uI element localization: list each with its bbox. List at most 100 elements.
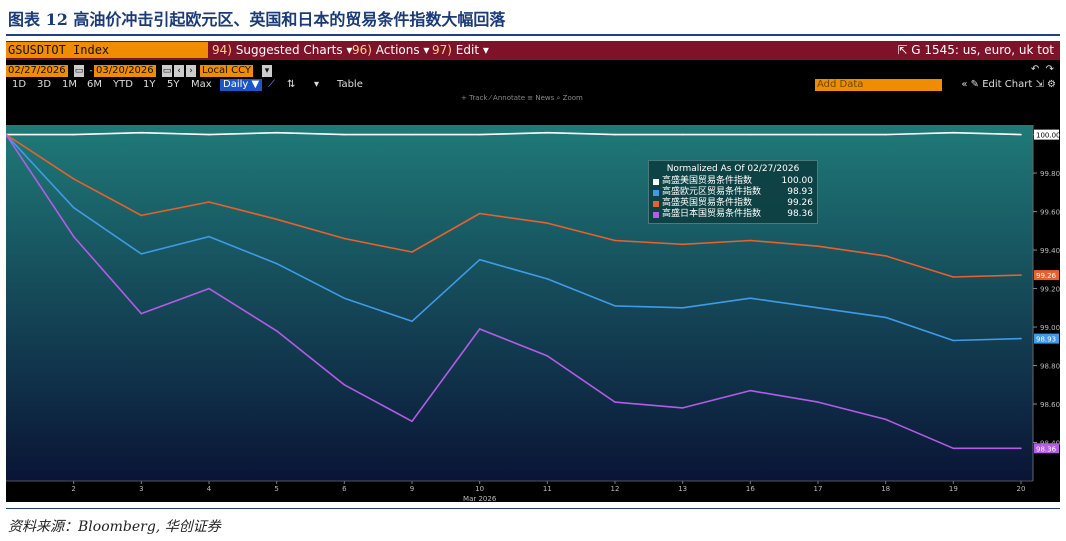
data-point-us (952, 131, 955, 134)
data-point-uk (343, 237, 346, 240)
data-point-us (140, 131, 143, 134)
data-point-japan (546, 355, 549, 357)
range-1d[interactable]: 1D (12, 79, 26, 91)
data-point-uk (681, 243, 684, 246)
menu-edit[interactable]: 97) Edit ▾ (432, 42, 489, 59)
range-5y[interactable]: 5Y (167, 79, 179, 91)
add-data-input[interactable]: Add Data (815, 79, 942, 91)
frequency-select[interactable]: Daily ▼ (220, 79, 263, 91)
data-point-euro (749, 297, 752, 299)
date-toolbar: 02/27/2026 ▭ - 03/20/2026 ▭ ‹ › Local CC… (6, 64, 1060, 78)
range-ytd[interactable]: YTD (113, 79, 133, 91)
calendar-icon[interactable]: ▭ (74, 65, 84, 77)
legend-label: 高盛日本国贸易条件指数 (662, 209, 762, 219)
x-tick-label: 19 (949, 485, 958, 493)
legend-value: 100.00 (781, 176, 814, 186)
menu-label: Actions ▾ (375, 43, 430, 57)
legend-swatch (653, 211, 659, 218)
data-point-uk (275, 218, 278, 221)
menu-label: Edit ▾ (455, 43, 489, 57)
gear-icon[interactable]: ⚙ (1047, 79, 1056, 90)
data-point-japan (614, 401, 616, 403)
x-tick-label: 5 (274, 485, 278, 493)
data-point-euro (478, 258, 481, 261)
range-max[interactable]: Max (191, 79, 212, 91)
chart-style-dropdown[interactable]: ▾ (314, 79, 319, 91)
x-tick-label: 12 (611, 485, 620, 493)
data-point-euro (140, 253, 143, 255)
data-point-uk (72, 178, 75, 180)
data-point-japan (952, 447, 955, 450)
data-point-japan (275, 330, 278, 332)
title-divider (6, 34, 1060, 36)
data-point-us (614, 133, 616, 136)
legend-swatch (653, 178, 659, 185)
expand-icon[interactable]: ⇲ (1035, 79, 1043, 90)
data-point-us (411, 133, 413, 136)
redo-icon[interactable]: ↷ (1046, 64, 1054, 75)
currency-select[interactable]: Local CCY (200, 65, 253, 77)
menu-number: 96) (352, 43, 372, 57)
legend-item-japan: 高盛日本国贸易条件指数 98.36 (653, 209, 813, 220)
x-tick-label: 9 (410, 485, 414, 493)
data-point-us (749, 133, 752, 136)
x-tick-label: 3 (139, 485, 143, 493)
data-point-uk (952, 276, 955, 278)
external-link-icon: ⇱ (897, 43, 908, 57)
data-point-us (478, 133, 481, 136)
x-tick-label: 6 (342, 485, 347, 493)
y-tick-label: 98.80 (1040, 363, 1060, 371)
data-point-japan (1020, 447, 1022, 450)
legend-label: 高盛美国贸易条件指数 (662, 176, 753, 186)
undo-icon[interactable]: ↶ (1031, 64, 1039, 75)
legend-item-uk: 高盛英国贸易条件指数 99.26 (653, 198, 813, 209)
range-toolbar: 1D 3D 1M 6M YTD 1Y 5Y Max Daily ▼ ⟋ ⇅ ▾ … (6, 78, 1060, 92)
table-button[interactable]: Table (337, 79, 363, 91)
start-date-field[interactable]: 02/27/2026 (6, 65, 68, 77)
data-point-uk (478, 212, 481, 215)
data-point-us (208, 133, 210, 136)
y-tick-label: 99.80 (1040, 170, 1060, 178)
x-tick-label: 18 (881, 485, 890, 493)
menu-label: Suggested Charts ▾ (235, 43, 353, 57)
chevron-right-icon[interactable]: › (186, 65, 196, 77)
data-point-japan (478, 328, 481, 330)
menu-suggested-charts[interactable]: 94) Suggested Charts ▾ (212, 42, 352, 59)
data-point-euro (952, 339, 955, 342)
data-point-us (884, 133, 887, 136)
x-axis: 2 3 4 5 6 9 10 11 12 13 16 17 18 19 20 Mar 2026 (6, 480, 1033, 502)
data-point-euro (343, 297, 346, 299)
menu-actions[interactable]: 96) Actions ▾ (352, 42, 429, 59)
chart-style-icon[interactable]: ⇅ (287, 79, 295, 91)
data-point-us (817, 133, 819, 136)
data-point-uk (884, 255, 887, 257)
chart-legend: Normalized As Of 02/27/2026 高盛美国贸易条件指数 1… (648, 160, 818, 224)
plot-area (6, 125, 1033, 481)
line-chart-icon[interactable]: ⟋ (268, 79, 275, 91)
line-chart: 98.4098.6098.8099.0099.2099.4099.6099.80… (6, 125, 1060, 502)
edit-chart-controls[interactable]: « ✎ Edit Chart ⇲ ⚙ (961, 78, 1056, 92)
y-tick-label: 99.00 (1040, 324, 1060, 332)
range-1y[interactable]: 1Y (143, 79, 155, 91)
x-tick-label: 17 (814, 485, 823, 493)
range-1m[interactable]: 1M (62, 79, 77, 91)
edit-chart-button[interactable]: « ✎ Edit Chart (961, 79, 1032, 90)
undo-redo[interactable]: ↶ ↷ (1031, 64, 1054, 75)
data-point-japan (343, 383, 346, 386)
chevron-down-icon[interactable]: ▾ (262, 65, 272, 77)
data-point-uk (1020, 274, 1022, 276)
y-tick-label: 99.40 (1040, 247, 1060, 255)
chart-name-label[interactable]: ⇱ G 1545: us, euro, uk tot (897, 42, 1054, 59)
data-point-japan (681, 407, 684, 409)
legend-item-euro: 高盛欧元区贸易条件指数 98.93 (653, 187, 813, 198)
data-point-us (275, 131, 278, 134)
chevron-left-icon[interactable]: ‹ (174, 65, 184, 77)
calendar-icon[interactable]: ▭ (162, 65, 172, 77)
legend-value: 99.26 (787, 198, 813, 208)
ticker-field[interactable]: GSUSDTOT Index (6, 42, 208, 58)
end-date-field[interactable]: 03/20/2026 (94, 65, 156, 77)
range-6m[interactable]: 6M (87, 79, 102, 91)
data-point-us (72, 133, 75, 136)
range-3d[interactable]: 3D (37, 79, 51, 91)
x-tick-label: 16 (746, 485, 755, 493)
